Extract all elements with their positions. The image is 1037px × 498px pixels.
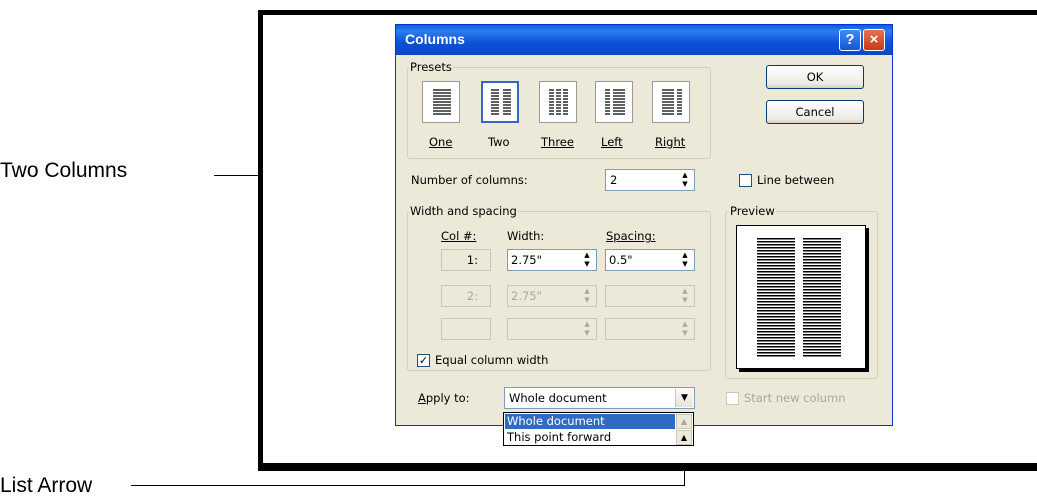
- ok-button[interactable]: OK: [766, 65, 864, 89]
- width-spacing-group-label: Width and spacing: [409, 204, 518, 218]
- list-arrow-leader-line: [131, 485, 685, 486]
- spacing-spin-1[interactable]: ▲ ▼: [677, 251, 693, 269]
- list-scroll-up-icon[interactable]: ▲: [676, 414, 692, 429]
- spacing-field-2: ▲ ▼: [605, 285, 695, 307]
- width-value-1: 2.75": [511, 253, 542, 267]
- width-spin-1[interactable]: ▲ ▼: [579, 251, 595, 269]
- two-columns-callout: Two Columns: [0, 159, 128, 182]
- equal-column-width-label: Equal column width: [435, 353, 549, 367]
- spacing-spin-2: ▲ ▼: [682, 287, 688, 304]
- preset-three[interactable]: [539, 81, 577, 123]
- left-column-icon: [605, 89, 625, 115]
- apply-to-dropdown[interactable]: Whole document ▼: [504, 387, 695, 409]
- width-field-1[interactable]: 2.75" ▲ ▼: [507, 249, 597, 271]
- spacing-value-1: 0.5": [609, 253, 633, 267]
- width-value-2: 2.75": [511, 289, 542, 303]
- spin-down-icon[interactable]: ▼: [677, 180, 693, 189]
- equal-column-width-checkbox[interactable]: ✓: [417, 354, 430, 367]
- cancel-button[interactable]: Cancel: [766, 100, 864, 124]
- preset-three-label: Three: [541, 135, 574, 149]
- col-number-2: 2:: [441, 285, 491, 307]
- line-between-label: Line between: [757, 173, 835, 187]
- presets-group-label: Presets: [409, 60, 453, 74]
- preset-one-label: One: [429, 135, 453, 149]
- line-between-checkbox[interactable]: [739, 174, 752, 187]
- number-of-columns-label: Number of columns:: [411, 173, 528, 187]
- close-button[interactable]: ×: [863, 29, 885, 51]
- number-spin-buttons[interactable]: ▲ ▼: [677, 171, 693, 189]
- dropdown-arrow-icon[interactable]: ▼: [675, 389, 693, 407]
- apply-to-list[interactable]: Whole document This point forward ▲ ▲: [503, 412, 694, 446]
- preview-group-label: Preview: [729, 204, 776, 218]
- spacing-field-1[interactable]: 0.5" ▲ ▼: [605, 249, 695, 271]
- preset-right[interactable]: [652, 81, 690, 123]
- col-number-1: 1:: [441, 249, 491, 271]
- width-header: Width:: [507, 229, 545, 243]
- spin-up-icon[interactable]: ▲: [677, 171, 693, 180]
- list-scroll-down-icon[interactable]: ▲: [676, 430, 692, 445]
- two-column-icon: [491, 89, 511, 115]
- width-spin-2: ▲ ▼: [584, 287, 590, 304]
- right-column-icon: [662, 89, 682, 115]
- three-column-icon: [549, 89, 568, 115]
- two-column-preview-icon: [757, 238, 841, 358]
- columns-dialog: Columns ? × Presets One Two Three Left R…: [395, 24, 893, 426]
- spacing-spin-3: ▲ ▼: [682, 320, 688, 337]
- preset-left-label: Left: [601, 135, 623, 149]
- help-button[interactable]: ?: [839, 29, 861, 51]
- spacing-field-3: ▲ ▼: [605, 318, 695, 340]
- preview-page: [736, 225, 866, 369]
- start-new-column-label: Start new column: [744, 391, 846, 405]
- width-field-3: ▲ ▼: [507, 318, 597, 340]
- option-this-point-forward[interactable]: This point forward: [505, 430, 675, 445]
- one-column-icon: [433, 89, 451, 115]
- list-arrow-callout: List Arrow: [0, 474, 93, 497]
- dialog-title: Columns: [405, 31, 465, 47]
- preset-two[interactable]: [481, 81, 519, 123]
- preset-right-label: Right: [655, 135, 686, 149]
- spacing-header: Spacing:: [606, 229, 656, 243]
- preset-two-label: Two: [488, 135, 510, 149]
- preset-one[interactable]: [422, 81, 460, 123]
- col-number-3: [441, 318, 491, 340]
- title-bar[interactable]: Columns ? ×: [396, 25, 892, 55]
- width-field-2: 2.75" ▲ ▼: [507, 285, 597, 307]
- screenshot-frame-shadow: [258, 463, 1037, 471]
- number-of-columns-spinner[interactable]: 2 ▲ ▼: [605, 169, 695, 191]
- width-spin-3: ▲ ▼: [584, 320, 590, 337]
- apply-to-label: Apply to:: [418, 391, 470, 405]
- option-whole-document[interactable]: Whole document: [505, 414, 675, 429]
- apply-to-value: Whole document: [509, 391, 607, 405]
- number-of-columns-value: 2: [610, 173, 618, 187]
- preset-left[interactable]: [595, 81, 633, 123]
- start-new-column-checkbox: [726, 392, 739, 405]
- col-header: Col #:: [441, 229, 477, 243]
